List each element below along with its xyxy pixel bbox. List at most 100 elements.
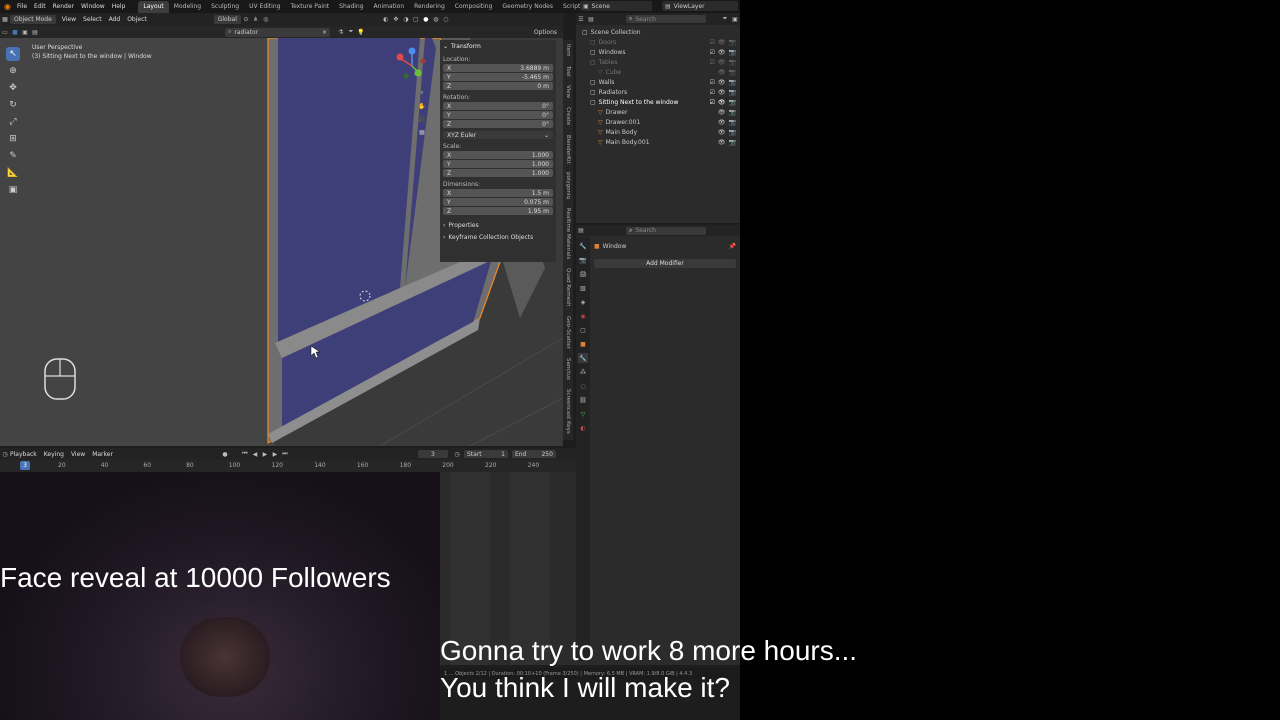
tab-rendering[interactable]: Rendering	[409, 1, 450, 13]
sidebar-tab-tool[interactable]: Tool	[565, 62, 571, 82]
select-mode-subtract-icon[interactable]: ▤	[30, 27, 40, 37]
outliner-row[interactable]: ▽ Drawer.001 👁 📷	[576, 117, 740, 127]
dimensions-z-field[interactable]: Z 1.95 m	[443, 207, 553, 215]
scale-tool-icon[interactable]: ⤢	[6, 115, 20, 129]
light-bulb-icon[interactable]: 💡	[356, 27, 366, 37]
outliner-row[interactable]: ▽ Main Body 👁 📷	[576, 127, 740, 137]
properties-panel-header[interactable]: › Properties	[443, 219, 553, 231]
jump-end-icon[interactable]: ⏭	[280, 449, 290, 459]
rotate-tool-icon[interactable]: ↻	[6, 98, 20, 112]
camera-view-icon[interactable]: 🎥	[417, 114, 427, 124]
material-tab-icon[interactable]: ◐	[578, 423, 588, 433]
camera-render-icon[interactable]: 📷	[729, 89, 736, 96]
editor-type-icon[interactable]: ◷	[0, 449, 10, 459]
camera-render-icon[interactable]: 📷	[729, 59, 736, 66]
exclude-checkbox-icon[interactable]: ☑	[710, 89, 715, 96]
menu-render[interactable]: Render	[53, 3, 74, 10]
rotation-x-field[interactable]: X 0°	[443, 102, 553, 110]
timeline-menu-keying[interactable]: Keying	[44, 451, 64, 458]
select-mode-extend-icon[interactable]: ▣	[20, 27, 30, 37]
eye-icon[interactable]: 👁	[718, 109, 726, 116]
eye-icon[interactable]: 👁	[718, 59, 726, 66]
keyframe-panel-header[interactable]: › Keyframe Collection Objects	[443, 231, 553, 243]
blender-logo-icon[interactable]: ◉	[4, 2, 11, 11]
gizmo-icon[interactable]: ✥	[391, 15, 401, 25]
menu-file[interactable]: File	[17, 3, 27, 10]
viewport-menu-object[interactable]: Object	[127, 16, 147, 23]
mode-selector[interactable]: Object Mode	[10, 15, 56, 24]
outliner-row[interactable]: ▢ Radiators ☑ 👁 📷	[576, 87, 740, 97]
proportional-edit-icon[interactable]: ◎	[261, 15, 271, 25]
menu-window[interactable]: Window	[81, 3, 105, 10]
shading-material-icon[interactable]: ◍	[431, 15, 441, 25]
sidebar-tab-create[interactable]: Create	[565, 103, 571, 131]
start-frame-field[interactable]: Start 1	[463, 450, 508, 458]
viewport-menu-select[interactable]: Select	[83, 16, 102, 23]
perspective-grid-icon[interactable]: ▦	[417, 127, 427, 137]
outliner-row[interactable]: ▢ Walls ☑ 👁 📷	[576, 77, 740, 87]
scale-y-field[interactable]: Y 1.000	[443, 160, 553, 168]
pan-hand-icon[interactable]: ✋	[417, 101, 427, 111]
sidebar-tab-polygoniq[interactable]: polygoniq	[565, 168, 571, 205]
select-mode-new-icon[interactable]: ■	[10, 27, 20, 37]
render-tab-icon[interactable]: 📷	[578, 255, 588, 265]
sidebar-tab-blenderkit[interactable]: BlenderKit	[565, 131, 571, 169]
outliner-row[interactable]: ▢ Doors ☑ 👁 📷	[576, 37, 740, 47]
tab-compositing[interactable]: Compositing	[450, 1, 498, 13]
clock-icon[interactable]: ◷	[452, 449, 462, 459]
output-tab-icon[interactable]: 🖨	[578, 269, 588, 279]
camera-render-icon[interactable]: 📷	[729, 69, 736, 76]
location-z-field[interactable]: Z 0 m	[443, 82, 553, 90]
sidebar-tab-view[interactable]: View	[565, 81, 571, 104]
camera-render-icon[interactable]: 📷	[729, 49, 736, 56]
jump-start-icon[interactable]: ⏮	[240, 449, 250, 459]
camera-render-icon[interactable]: 📷	[729, 79, 736, 86]
particles-tab-icon[interactable]: ⁂	[578, 367, 588, 377]
tab-uv-editing[interactable]: UV Editing	[244, 1, 285, 13]
collection-tab-icon[interactable]: ▢	[578, 325, 588, 335]
eye-icon[interactable]: 👁	[718, 69, 726, 76]
scene-selector[interactable]: ▣ Scene	[580, 1, 652, 11]
current-frame-field[interactable]: 3	[417, 450, 448, 458]
playhead[interactable]: 3	[20, 461, 30, 470]
timeline-ruler[interactable]: 20 40 60 80 100 120 140 160 180 200 220 240 3	[0, 460, 576, 472]
eye-icon[interactable]: 👁	[718, 39, 726, 46]
tab-modeling[interactable]: Modeling	[169, 1, 206, 13]
view-layer-tab-icon[interactable]: ▧	[578, 283, 588, 293]
camera-render-icon[interactable]: 📷	[729, 139, 736, 146]
outliner-row[interactable]: ▢ Windows ☑ 👁 📷	[576, 47, 740, 57]
exclude-checkbox-icon[interactable]: ☑	[710, 59, 715, 66]
eye-icon[interactable]: 👁	[718, 119, 726, 126]
properties-search[interactable]: ⌕ Search	[626, 226, 706, 235]
timeline-menu-view[interactable]: View	[71, 451, 85, 458]
outliner-row[interactable]: ▢ Sitting Next to the window ☑ 👁 📷	[576, 97, 740, 107]
overlay-icon[interactable]: ◑	[401, 15, 411, 25]
annotate-tool-icon[interactable]: ✎	[6, 149, 20, 163]
eye-icon[interactable]: 👁	[718, 129, 726, 136]
orientation-selector[interactable]: Global	[213, 15, 241, 24]
add-cube-tool-icon[interactable]: ▣	[6, 183, 20, 197]
outliner-row[interactable]: ▽ Cube 👁 📷	[576, 67, 740, 77]
sidebar-tab-sanctus[interactable]: Sanctus	[565, 354, 571, 385]
visibility-icon[interactable]: ◐	[381, 15, 391, 25]
outliner-row[interactable]: ▽ Drawer 👁 📷	[576, 107, 740, 117]
add-modifier-button[interactable]: Add Modifier	[594, 259, 736, 268]
end-frame-field[interactable]: End 250	[511, 450, 556, 458]
transform-panel-header[interactable]: ⌄ Transform	[443, 40, 553, 52]
funnel-icon[interactable]: ⏷	[346, 27, 356, 37]
sidebar-tab-screencast-keys[interactable]: Screencast Keys	[565, 385, 571, 439]
filter-icon[interactable]: ⏷	[720, 14, 730, 24]
eye-icon[interactable]: 👁	[718, 89, 726, 96]
filter-icon[interactable]: ⚗	[336, 27, 346, 37]
tab-texture-paint[interactable]: Texture Paint	[285, 1, 334, 13]
camera-render-icon[interactable]: 📷	[729, 99, 736, 106]
eye-icon[interactable]: 👁	[718, 49, 726, 56]
scale-z-field[interactable]: Z 1.000	[443, 169, 553, 177]
constraints-tab-icon[interactable]: ⛓	[578, 395, 588, 405]
exclude-checkbox-icon[interactable]: ☑	[710, 49, 715, 56]
select-box-icon[interactable]: ▭	[0, 27, 10, 37]
modifier-tab-icon[interactable]: 🔧	[578, 353, 588, 363]
exclude-checkbox-icon[interactable]: ☑	[710, 79, 715, 86]
options-button[interactable]: Options	[534, 29, 557, 36]
measure-tool-icon[interactable]: 📐	[6, 166, 20, 180]
